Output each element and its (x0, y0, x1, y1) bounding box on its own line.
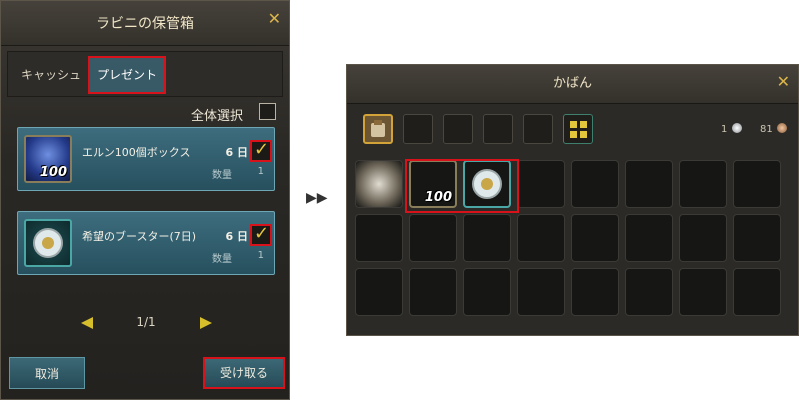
bag-slot[interactable] (463, 268, 511, 316)
page-number: 1/1 (136, 315, 156, 329)
item-checkbox[interactable]: ✓ (250, 223, 272, 246)
bag-tab-slot[interactable] (403, 114, 433, 144)
list-item[interactable]: 希望のブースター(7日) 6 日 数量 1 ✓ (17, 211, 275, 275)
item-checkbox[interactable]: ✓ (250, 139, 272, 162)
item-name: 希望のブースター(7日) (82, 230, 197, 243)
bag-slot[interactable] (733, 160, 781, 208)
tab-bar: キャッシュ プレゼント (7, 51, 283, 97)
bag-toolbar: 1 81 (357, 111, 792, 151)
sort-button[interactable] (563, 114, 593, 144)
bag-tab-slot[interactable] (443, 114, 473, 144)
check-icon: ✓ (254, 223, 270, 244)
bag-window: かばん ✕ 1 81 100 (346, 64, 799, 336)
bag-slot[interactable] (679, 214, 727, 262)
select-all-checkbox[interactable] (259, 103, 276, 120)
receive-button[interactable]: 受け取る (203, 357, 285, 389)
bag-slot[interactable] (571, 160, 619, 208)
bag-slot[interactable] (517, 160, 565, 208)
item-name: エルン100個ボックス (82, 146, 191, 159)
item-count-label: 数量 (212, 170, 232, 181)
bag-tab-main[interactable] (363, 114, 393, 144)
bag-slot[interactable] (625, 214, 673, 262)
bag-slot[interactable] (625, 160, 673, 208)
bag-slot[interactable] (733, 268, 781, 316)
item-days: 6 日 (225, 146, 248, 159)
item-count-label: 数量 (212, 254, 232, 265)
bag-slot[interactable] (733, 214, 781, 262)
tab-cash[interactable]: キャッシュ (16, 56, 86, 94)
bag-slot[interactable] (355, 268, 403, 316)
item-count: 1 (257, 166, 264, 177)
bag-slot[interactable] (517, 268, 565, 316)
bag-tab-slot[interactable] (523, 114, 553, 144)
bronze-count: 81 (760, 124, 773, 135)
received-items-highlight (405, 159, 519, 213)
bag-slot[interactable] (355, 214, 403, 262)
item-days: 6 日 (225, 230, 248, 243)
bag-slot[interactable] (463, 214, 511, 262)
transition-arrows-icon: ▶▶ (306, 190, 328, 206)
silver-coin-icon (732, 123, 742, 133)
bag-slot[interactable] (679, 160, 727, 208)
bag-slot[interactable] (409, 214, 457, 262)
bag-title: かばん (347, 65, 798, 104)
grid-icon (570, 121, 588, 139)
storage-window: ラビニの保管箱 ✕ キャッシュ プレゼント 全体選択 100 エルン100個ボッ… (0, 0, 290, 400)
select-all-label: 全体選択 (190, 109, 243, 124)
pagination: 1/1 (1, 313, 291, 333)
quantity-badge: 100 (39, 165, 67, 180)
bag-slot[interactable] (571, 214, 619, 262)
bag-slot[interactable] (409, 268, 457, 316)
bag-slot[interactable] (517, 214, 565, 262)
close-icon[interactable]: ✕ (777, 74, 790, 90)
check-icon: ✓ (254, 139, 270, 160)
storage-title: ラビニの保管箱 (1, 1, 289, 46)
list-item[interactable]: 100 エルン100個ボックス 6 日 数量 1 ✓ (17, 127, 275, 191)
hope-booster-icon (24, 219, 72, 267)
item-count: 1 (257, 250, 264, 261)
silver-count: 1 (721, 124, 728, 135)
ern-box-icon: 100 (24, 135, 72, 183)
bronze-coin-icon (777, 123, 787, 133)
close-icon[interactable]: ✕ (268, 11, 281, 27)
next-page-icon[interactable] (200, 317, 212, 329)
bag-slot[interactable] (625, 268, 673, 316)
cancel-button[interactable]: 取消 (9, 357, 85, 389)
scroll-item-icon[interactable] (355, 160, 403, 208)
bag-slot[interactable] (679, 268, 727, 316)
bag-icon (371, 120, 385, 137)
bag-tab-slot[interactable] (483, 114, 513, 144)
tab-present[interactable]: プレゼント (88, 56, 166, 94)
bag-slot[interactable] (571, 268, 619, 316)
